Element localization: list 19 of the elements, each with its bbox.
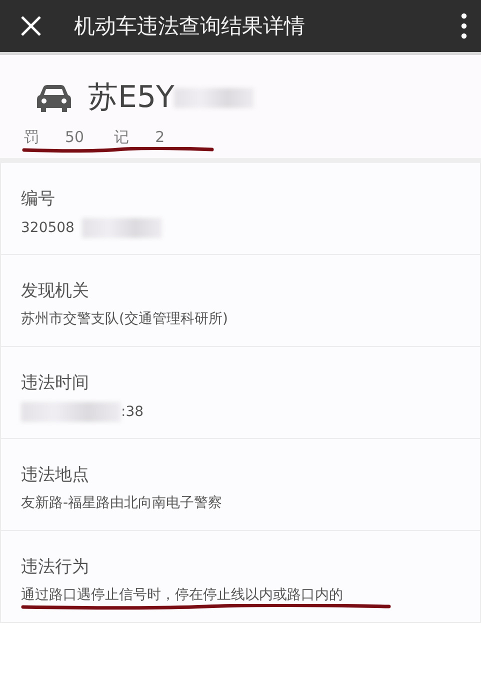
more-icon[interactable]: [461, 13, 467, 39]
license-plate: 苏E5Y: [88, 79, 174, 117]
penalty-value: 2: [155, 128, 165, 147]
penalty-value: 50: [65, 128, 84, 147]
detail-label: 违法行为: [21, 556, 90, 578]
detail-label: 发现机关: [21, 280, 90, 302]
car-icon: [36, 84, 72, 112]
detail-value: 友新路-福星路由北向南电子警察: [21, 494, 222, 512]
penalty-label: 记: [114, 128, 130, 147]
detail-label: 编号: [21, 188, 56, 210]
detail-label: 违法地点: [21, 464, 90, 486]
detail-label: 违法时间: [21, 372, 90, 394]
detail-value: 320508: [21, 220, 74, 236]
detail-value: :38: [121, 404, 144, 420]
detail-value: 通过路口遇停止信号时，停在停止线以内或路口内的: [21, 586, 343, 604]
detail-value: 苏州市交警支队(交通管理科研所): [21, 310, 228, 328]
page-title: 机动车违法查询结果详情: [74, 13, 306, 40]
close-icon[interactable]: [20, 15, 42, 37]
penalty-label: 罚: [24, 128, 39, 147]
